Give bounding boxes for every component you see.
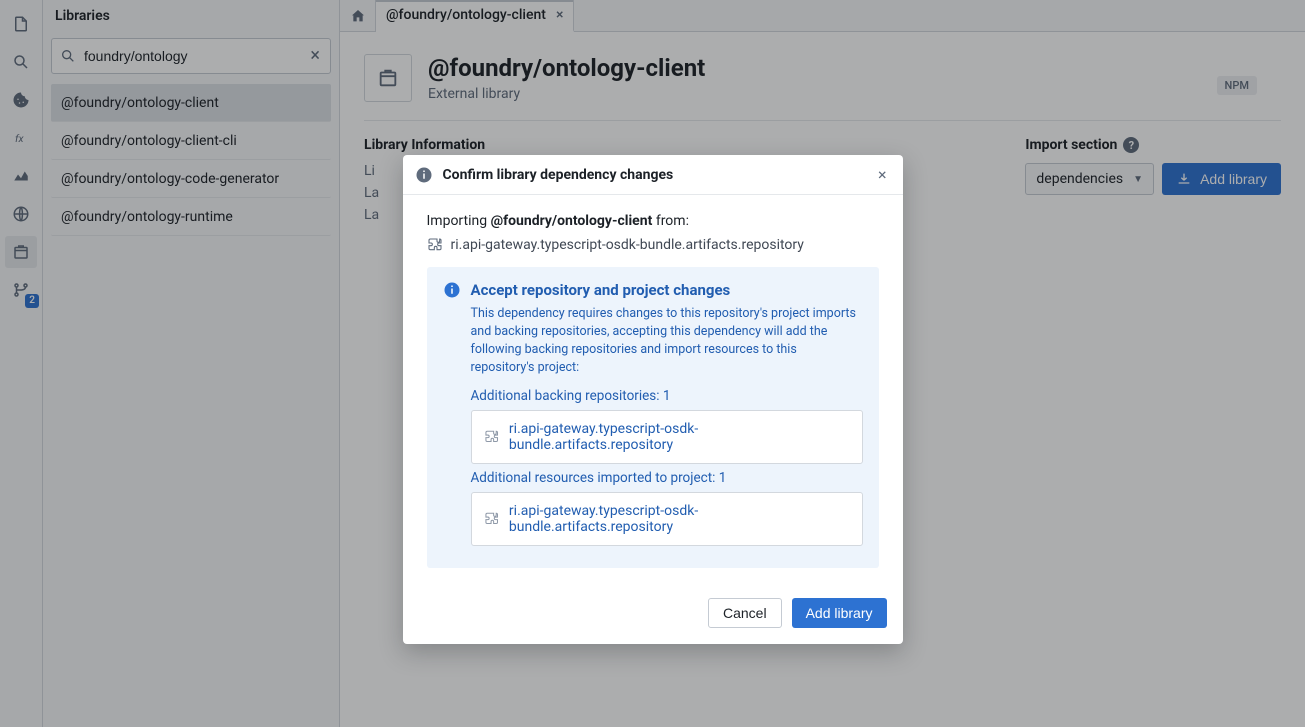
resources-label: Additional resources imported to project…: [471, 470, 863, 486]
source-repo-line: ri.api-gateway.typescript-osdk-bundle.ar…: [427, 237, 879, 253]
importing-line: Importing @foundry/ontology-client from:: [427, 213, 879, 229]
info-icon: [443, 281, 461, 552]
dialog-close-icon[interactable]: ×: [874, 165, 891, 184]
accept-changes-callout: Accept repository and project changes Th…: [427, 267, 879, 568]
confirm-dialog: Confirm library dependency changes × Imp…: [403, 155, 903, 644]
importing-package-name: @foundry/ontology-client: [491, 213, 653, 229]
puzzle-icon: [484, 429, 499, 445]
backing-repo-text: ri.api-gateway.typescript-osdk-bundle.ar…: [509, 421, 850, 453]
callout-text: This dependency requires changes to this…: [471, 305, 863, 378]
resource-repo-card: ri.api-gateway.typescript-osdk-bundle.ar…: [471, 492, 863, 546]
backing-repos-label: Additional backing repositories: 1: [471, 388, 863, 404]
source-repo-text: ri.api-gateway.typescript-osdk-bundle.ar…: [451, 237, 804, 253]
confirm-add-library-button[interactable]: Add library: [792, 598, 887, 628]
cancel-button[interactable]: Cancel: [708, 598, 782, 628]
modal-overlay: Confirm library dependency changes × Imp…: [0, 0, 1305, 727]
puzzle-icon: [427, 237, 443, 253]
info-icon: [415, 166, 433, 184]
puzzle-icon: [484, 511, 499, 527]
backing-repo-card: ri.api-gateway.typescript-osdk-bundle.ar…: [471, 410, 863, 464]
resource-repo-text: ri.api-gateway.typescript-osdk-bundle.ar…: [509, 503, 850, 535]
callout-title: Accept repository and project changes: [471, 281, 863, 299]
dialog-title: Confirm library dependency changes: [443, 167, 864, 183]
